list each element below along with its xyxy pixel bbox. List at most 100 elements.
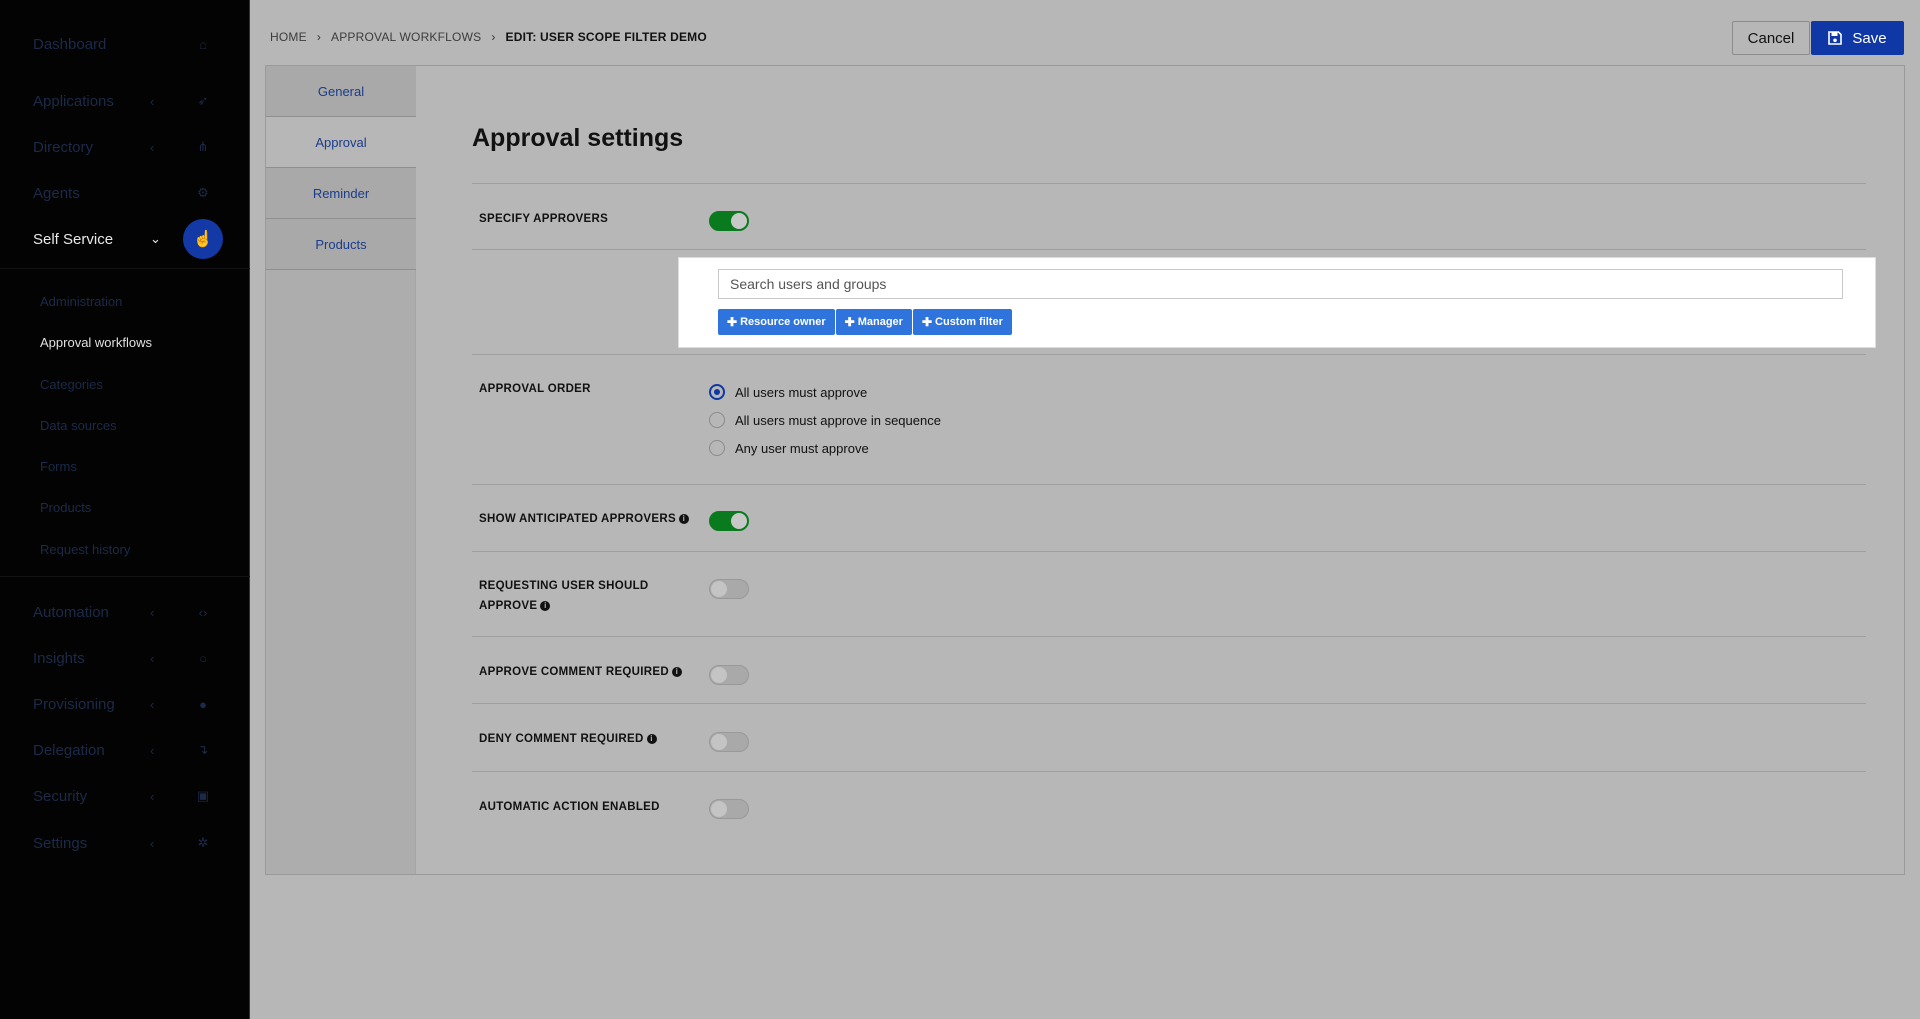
sitemap-icon: ⋔	[197, 139, 209, 154]
deny-comment-required-toggle[interactable]	[709, 732, 749, 752]
divider	[472, 183, 1866, 184]
sidebar-item-label: Self Service	[33, 230, 114, 248]
radio-button	[709, 384, 725, 400]
sidebar-subitem-forms[interactable]: Forms	[40, 459, 77, 474]
automatic-action-enabled-toggle[interactable]	[709, 799, 749, 819]
radio-any-user-must-approve[interactable]: Any user must approve	[709, 440, 869, 456]
chevron-left-icon: ‹	[150, 139, 155, 155]
approvers-selector: ✚ Resource owner ✚ Manager ✚ Custom filt…	[678, 257, 1876, 348]
tab-list: General Approval Reminder Products	[266, 66, 416, 874]
chevron-right-icon: ›	[491, 30, 496, 44]
sidebar-item-provisioning[interactable]: Provisioning ‹ ●	[0, 681, 250, 727]
approve-comment-required-label: APPROVE COMMENT REQUIRED i	[479, 662, 682, 682]
tab-general[interactable]: General	[266, 66, 416, 117]
sidebar-item-label: Directory	[33, 138, 94, 156]
sidebar-item-insights[interactable]: Insights ‹ ○	[0, 635, 250, 681]
cancel-button[interactable]: Cancel	[1732, 21, 1810, 55]
chevron-down-icon: ⌄	[150, 231, 161, 246]
chevron-left-icon: ‹	[150, 788, 155, 804]
chip-label: Custom filter	[935, 316, 1003, 328]
divider	[472, 354, 1866, 355]
hand-pointer-icon: ☝	[183, 219, 223, 259]
sidebar-item-label: Security	[33, 787, 88, 805]
add-resource-owner-button[interactable]: ✚ Resource owner	[718, 309, 835, 335]
approver-type-buttons: ✚ Resource owner ✚ Manager ✚ Custom filt…	[718, 309, 1013, 335]
breadcrumb-approval-workflows[interactable]: APPROVAL WORKFLOWS	[331, 30, 481, 44]
gear-icon: ✲	[197, 835, 209, 850]
lock-icon: ▣	[196, 788, 210, 803]
approval-order-label: APPROVAL ORDER	[479, 383, 591, 395]
sidebar-item-applications[interactable]: Applications ‹ ➶	[0, 78, 250, 124]
sidebar-item-directory[interactable]: Directory ‹ ⋔	[0, 124, 250, 170]
info-icon[interactable]: i	[646, 733, 657, 744]
sidebar-item-automation[interactable]: Automation ‹ ‹›	[0, 589, 250, 635]
add-manager-button[interactable]: ✚ Manager	[835, 309, 912, 335]
chevron-right-icon: ›	[316, 30, 322, 44]
home-icon: ⌂	[199, 36, 207, 52]
specify-approvers-toggle[interactable]	[709, 211, 749, 231]
sidebar-item-label: Settings	[33, 834, 88, 852]
radio-button	[709, 440, 725, 456]
divider	[472, 703, 1866, 704]
sidebar-item-agents[interactable]: Agents ⚙	[0, 170, 250, 216]
floppy-disk-icon	[1828, 31, 1843, 45]
setting-label-text: REQUESTING USER SHOULD	[479, 580, 649, 592]
sidebar-subitem-data-sources[interactable]: Data sources	[40, 418, 117, 433]
divider	[472, 771, 1866, 772]
plus-icon: ✚	[844, 315, 855, 329]
info-icon[interactable]: i	[671, 666, 682, 677]
radio-button	[709, 412, 725, 428]
toggle-knob	[711, 667, 727, 683]
breadcrumb-home[interactable]: HOME	[270, 30, 307, 44]
sidebar-subitem-products[interactable]: Products	[40, 500, 91, 515]
divider	[472, 551, 1866, 552]
tab-approval[interactable]: Approval	[266, 117, 416, 168]
requesting-user-should-approve-label: REQUESTING USER SHOULD APPROVE i	[479, 576, 649, 616]
chevron-left-icon: ‹	[150, 742, 155, 758]
users-icon: ●	[199, 696, 207, 712]
divider	[0, 576, 250, 577]
radio-all-users-must-approve[interactable]: All users must approve	[709, 384, 867, 400]
sidebar-item-label: Provisioning	[33, 695, 115, 713]
show-anticipated-approvers-toggle[interactable]	[709, 511, 749, 531]
sidebar-item-dashboard[interactable]: Dashboard ⌂	[0, 21, 250, 67]
search-users-groups-input[interactable]	[718, 269, 1843, 299]
info-icon[interactable]: i	[540, 600, 551, 611]
approve-comment-required-toggle[interactable]	[709, 665, 749, 685]
divider	[472, 249, 1866, 250]
sidebar-subitem-request-history[interactable]: Request history	[40, 542, 130, 557]
sidebar-item-label: Delegation	[33, 741, 105, 759]
sidebar-item-label: Applications	[33, 92, 114, 110]
specify-approvers-label: SPECIFY APPROVERS	[479, 213, 609, 225]
toggle-knob	[731, 513, 747, 529]
code-icon: ‹›	[198, 604, 208, 620]
setting-label-text: APPROVE	[479, 600, 538, 612]
add-custom-filter-button[interactable]: ✚ Custom filter	[912, 309, 1012, 335]
sidebar-item-self-service[interactable]: Self Service ⌄ ☝	[0, 216, 250, 262]
tab-reminder[interactable]: Reminder	[266, 168, 416, 219]
save-button-label: Save	[1852, 29, 1887, 47]
save-button[interactable]: Save	[1811, 21, 1904, 55]
toggle-knob	[731, 213, 747, 229]
workflow-editor-panel: General Approval Reminder Products Appro…	[265, 65, 1905, 875]
radio-all-users-in-sequence[interactable]: All users must approve in sequence	[709, 412, 941, 428]
setting-label-text: APPROVE COMMENT REQUIRED	[479, 666, 669, 678]
sidebar-subitem-approval-workflows[interactable]: Approval workflows	[40, 335, 152, 350]
chip-label: Resource owner	[740, 316, 826, 328]
requesting-user-should-approve-toggle[interactable]	[709, 579, 749, 599]
plus-icon: ✚	[921, 315, 933, 329]
tab-products[interactable]: Products	[266, 219, 416, 270]
plus-icon: ✚	[727, 315, 738, 329]
info-icon[interactable]: i	[678, 513, 689, 524]
sidebar-item-label: Agents	[33, 184, 80, 202]
breadcrumb: HOME › APPROVAL WORKFLOWS › EDIT: USER S…	[270, 30, 707, 44]
sidebar: Dashboard ⌂ Applications ‹ ➶ Directory ‹…	[0, 0, 250, 1019]
sidebar-item-security[interactable]: Security ‹ ▣	[0, 773, 250, 819]
divider	[0, 268, 250, 269]
setting-label-text: DENY COMMENT REQUIRED	[479, 733, 644, 745]
sidebar-subitem-administration[interactable]: Administration	[40, 294, 122, 309]
sidebar-subitem-categories[interactable]: Categories	[40, 377, 103, 392]
sidebar-item-label: Dashboard	[33, 35, 107, 53]
sidebar-item-settings[interactable]: Settings ‹ ✲	[0, 820, 250, 866]
sidebar-item-delegation[interactable]: Delegation ‹ ↴	[0, 727, 250, 773]
